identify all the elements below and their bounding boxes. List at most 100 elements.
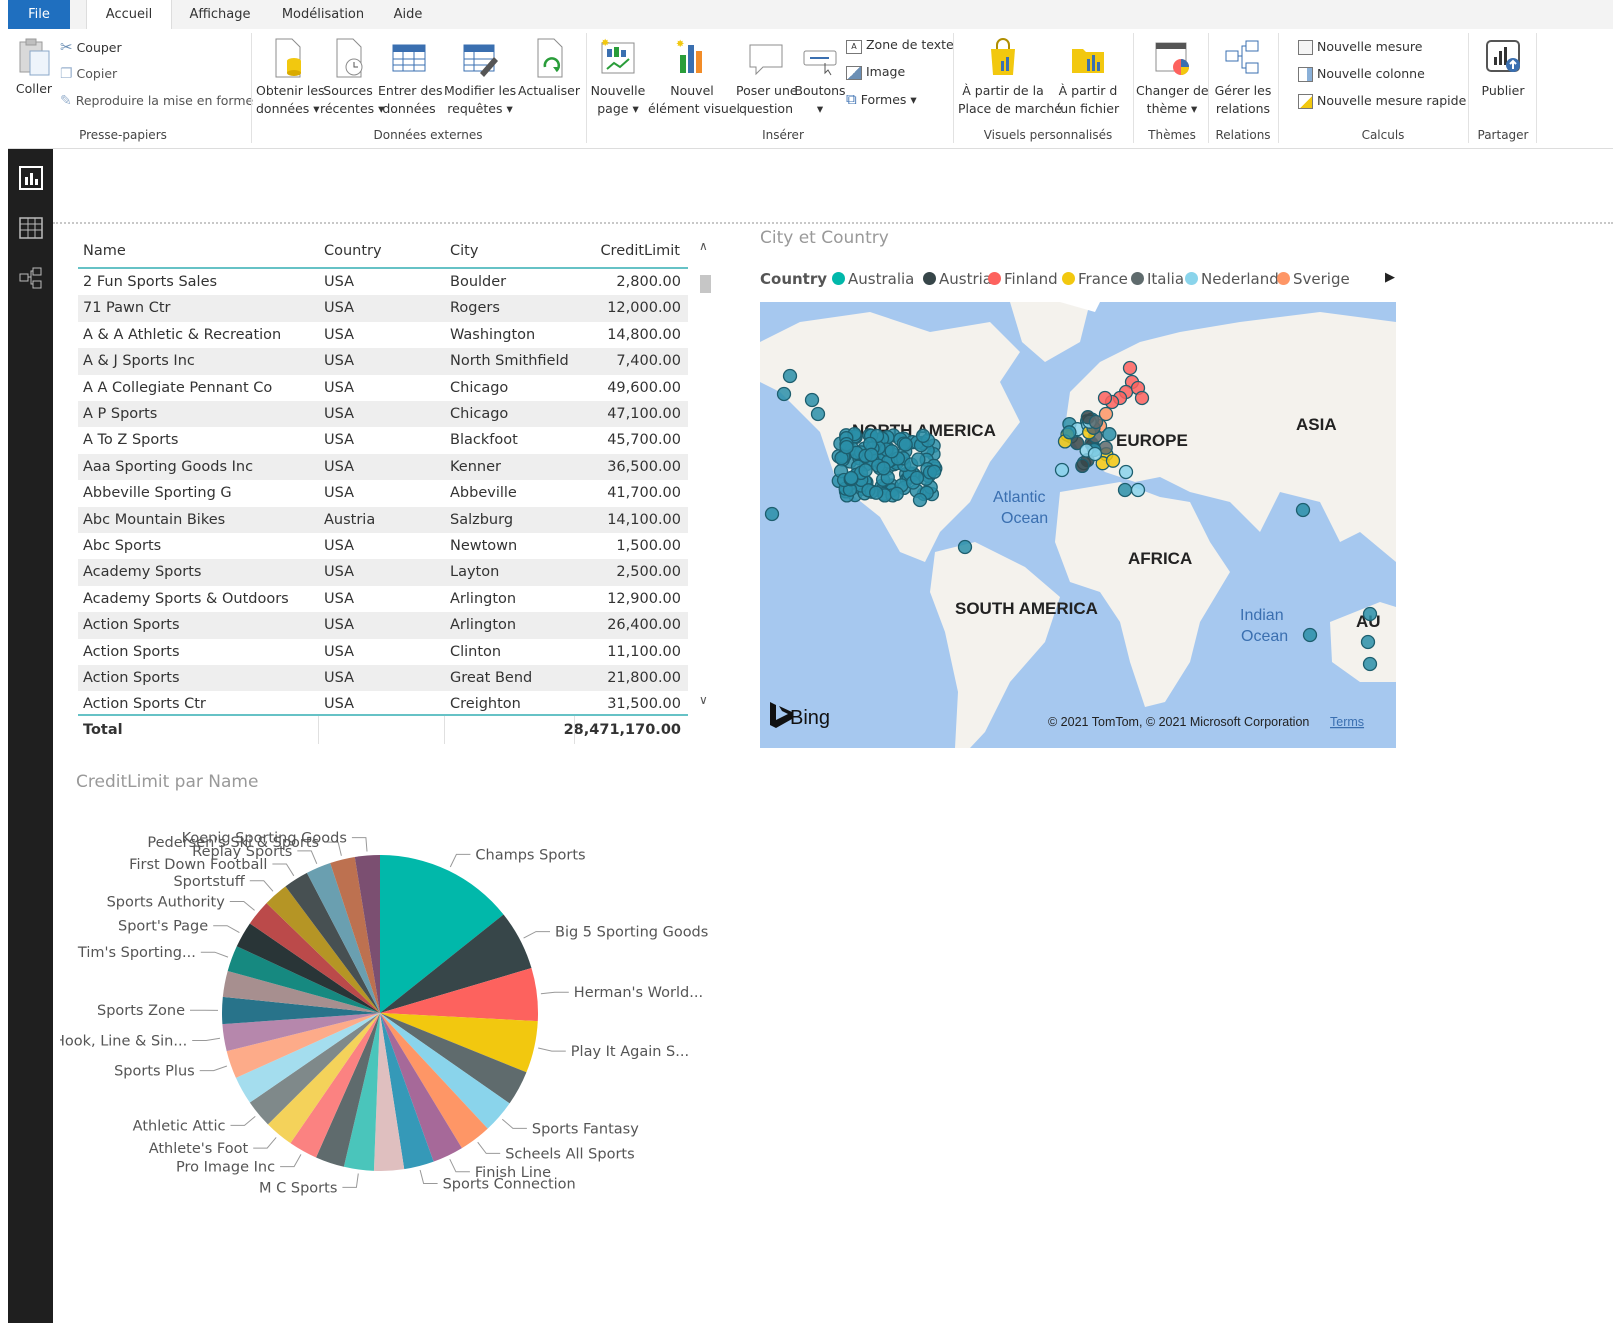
legend-item-austria[interactable]: Austria <box>923 270 992 288</box>
image-button[interactable]: Image <box>846 62 905 82</box>
map-point[interactable] <box>912 492 928 508</box>
table-row[interactable]: A & A Athletic & Recreation USA Washington… <box>78 322 688 348</box>
legend-item-italia[interactable]: Italia <box>1131 270 1184 288</box>
map-point-europe[interactable] <box>1088 414 1104 430</box>
tab-file[interactable]: File <box>8 0 70 29</box>
publish-button[interactable]: Publier <box>1470 37 1536 100</box>
map-point-usa[interactable] <box>864 447 879 462</box>
table-row[interactable]: Abc Sports USA Newtown 1,500.00 <box>78 533 688 559</box>
map-point-usa[interactable] <box>915 428 931 443</box>
table-row[interactable]: A P Sports USA Chicago 47,100.00 <box>78 401 688 428</box>
map-point-usa[interactable] <box>844 470 859 486</box>
map-point[interactable] <box>1302 627 1318 643</box>
legend-item-sverige[interactable]: Sverige <box>1277 270 1350 288</box>
edit-queries-button[interactable]: Modifier les requêtes ▾ <box>444 37 516 118</box>
legend-item-finland[interactable]: Finland <box>988 270 1058 288</box>
map-point[interactable] <box>957 539 973 555</box>
copy-button[interactable]: ❐ Copier <box>60 64 117 84</box>
recent-sources-button[interactable]: Sources récentes ▾ <box>320 37 384 118</box>
table-visual[interactable]: Name Country City CreditLimit 2 Fun Spor… <box>78 235 714 745</box>
data-view-icon[interactable] <box>18 215 44 241</box>
column-header-name[interactable]: Name <box>83 235 126 267</box>
shapes-button[interactable]: ⧉ Formes ▾ <box>846 89 917 109</box>
map-point[interactable] <box>1117 482 1133 498</box>
new-measure-button[interactable]: Nouvelle mesure <box>1298 37 1422 57</box>
legend-item-australia[interactable]: Australia <box>832 270 914 288</box>
map-point-nederland[interactable] <box>1054 462 1070 478</box>
map-point-finland[interactable] <box>1097 390 1113 406</box>
map-point-usa[interactable] <box>911 452 926 467</box>
map-point[interactable] <box>776 386 792 402</box>
new-visual-button[interactable]: ✸ Nouvel élément visuel <box>648 37 740 118</box>
change-theme-button[interactable]: Changer de thème ▾ <box>1136 37 1209 118</box>
new-column-button[interactable]: Nouvelle colonne <box>1298 64 1425 84</box>
map-point-nederland[interactable] <box>1130 482 1146 498</box>
map-point-usa[interactable] <box>858 463 873 478</box>
map-point-nederland[interactable] <box>1087 446 1103 462</box>
map-point[interactable] <box>1295 502 1311 518</box>
table-row[interactable]: Action Sports USA Clinton 11,100.00 <box>78 639 688 665</box>
map-point-europe[interactable] <box>1102 427 1117 442</box>
qa-button[interactable]: Poser une question <box>736 37 798 118</box>
map-point-usa[interactable] <box>869 485 884 500</box>
table-row[interactable]: Abc Mountain Bikes Austria Salzburg 14,100.… <box>78 506 688 533</box>
map-terms-link[interactable]: Terms <box>1330 715 1364 729</box>
report-view-icon[interactable] <box>18 165 44 191</box>
column-header-country[interactable]: Country <box>324 235 382 267</box>
map-point-usa[interactable] <box>839 439 854 455</box>
map-point-europe[interactable] <box>1075 458 1090 474</box>
map-point-europe[interactable] <box>1105 453 1121 468</box>
map-point-usa[interactable] <box>898 437 913 452</box>
table-row[interactable]: Aaa Sporting Goods Inc USA Kenner 36,500.00 <box>78 453 688 481</box>
map-point[interactable] <box>1362 656 1378 672</box>
map-point-finland[interactable] <box>1122 360 1138 376</box>
scroll-up-icon[interactable]: ∧ <box>699 239 708 253</box>
quick-measure-button[interactable]: Nouvelle mesure rapide <box>1298 91 1466 111</box>
legend-item-france[interactable]: France <box>1062 270 1128 288</box>
tab-affichage[interactable]: Affichage <box>172 0 268 29</box>
marketplace-visual-button[interactable]: À partir de la Place de marché <box>958 37 1062 118</box>
scroll-thumb[interactable] <box>700 275 711 293</box>
map-point[interactable] <box>1362 606 1378 622</box>
column-header-creditlimit[interactable]: CreditLimit <box>580 235 680 267</box>
scroll-down-icon[interactable]: ∨ <box>699 693 708 707</box>
table-row[interactable]: Academy Sports USA Layton 2,500.00 <box>78 559 688 586</box>
file-visual-button[interactable]: À partir d 'un fichier <box>1048 37 1128 118</box>
pie-chart-visual[interactable]: Champs Sports Big 5 Sporting Goods Herman'… <box>54 800 740 1280</box>
map-point-usa[interactable] <box>927 464 942 479</box>
new-page-button[interactable]: ✸ Nouvelle page ▾ <box>590 37 646 118</box>
legend-next-icon[interactable]: ▶ <box>1385 270 1395 285</box>
map-point-usa[interactable] <box>909 470 925 486</box>
map-point-usa[interactable] <box>884 444 899 459</box>
column-header-city[interactable]: City <box>450 235 478 267</box>
map-point[interactable] <box>1360 634 1376 650</box>
enter-data-button[interactable]: Entrer des données <box>378 37 443 118</box>
tab-modelisation[interactable]: Modélisation <box>268 0 378 29</box>
map-point[interactable] <box>804 392 820 408</box>
manage-relations-button[interactable]: Gérer les relations <box>1210 37 1276 118</box>
textbox-button[interactable]: A Zone de texte <box>846 35 954 55</box>
table-row[interactable]: A & J Sports Inc USA North Smithfield 7,400… <box>78 348 688 375</box>
tab-aide[interactable]: Aide <box>378 0 438 29</box>
legend-item-nederland[interactable]: Nederland <box>1185 270 1279 288</box>
map-point-nederland[interactable] <box>1118 464 1134 480</box>
table-row[interactable]: A To Z Sports USA Blackfoot 45,700.00 <box>78 427 688 453</box>
map-point[interactable] <box>764 506 780 522</box>
table-row[interactable]: Academy Sports & Outdoors USA Arlington 12,… <box>78 586 688 612</box>
tab-accueil[interactable]: Accueil <box>86 0 172 29</box>
table-row[interactable]: 71 Pawn Ctr USA Rogers 12,000.00 <box>78 295 688 322</box>
map-point[interactable] <box>782 368 798 384</box>
format-painter-button[interactable]: ✎ Reproduire la mise en forme <box>60 91 253 111</box>
map-point-europe[interactable] <box>1062 425 1077 440</box>
map-point-finland[interactable] <box>1134 390 1150 406</box>
table-row[interactable]: Action Sports USA Great Bend 21,800.00 <box>78 665 688 692</box>
table-scrollbar[interactable]: ∧ ∨ <box>696 235 714 715</box>
map-point[interactable] <box>810 406 826 422</box>
refresh-button[interactable]: Actualiser <box>518 37 580 100</box>
map-point-usa[interactable] <box>876 461 891 476</box>
table-row[interactable]: 2 Fun Sports Sales USA Boulder 2,800.00 <box>78 269 688 295</box>
bing-map[interactable]: NORTH AMERICA EUROPE ASIA AFRICA SOUTH A… <box>760 302 1396 748</box>
paste-button[interactable]: Coller <box>14 37 54 98</box>
table-row[interactable]: Action Sports USA Arlington 26,400.00 <box>78 612 688 639</box>
map-point-usa[interactable] <box>889 486 904 501</box>
